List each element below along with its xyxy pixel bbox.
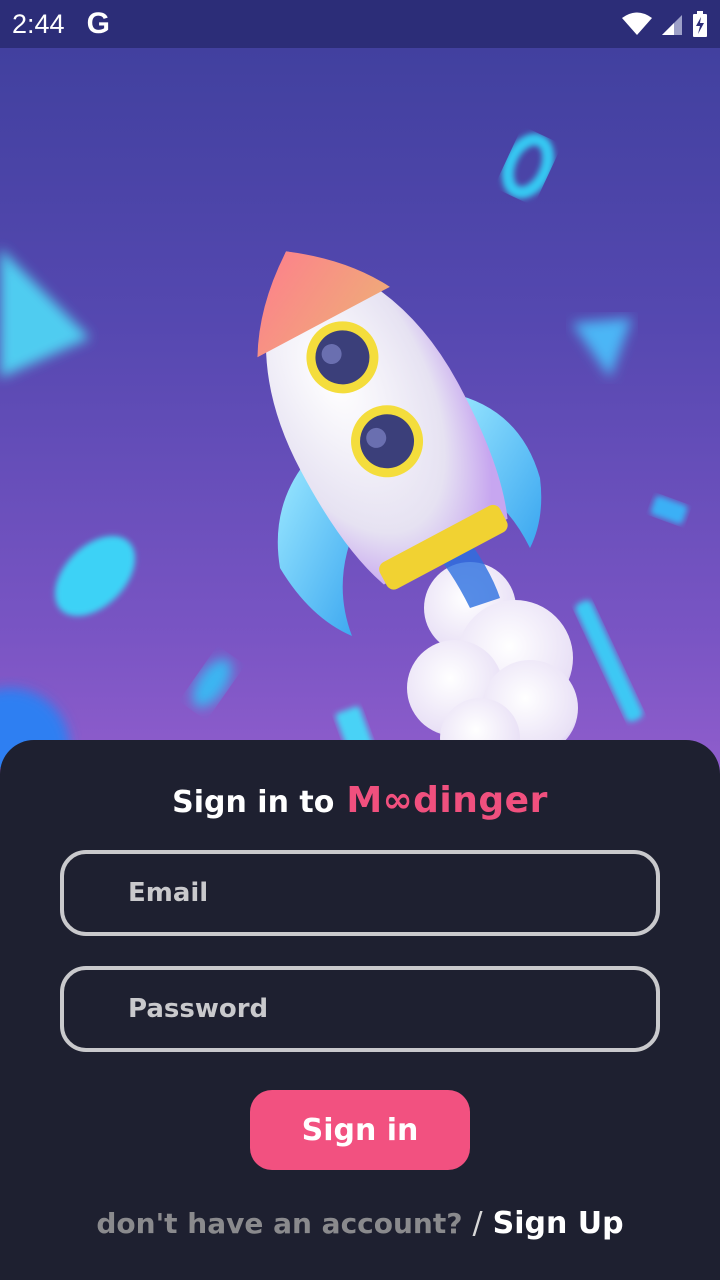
login-title: Sign in to M∞dinger — [0, 780, 720, 821]
password-field-container[interactable] — [60, 966, 660, 1052]
signup-prompt: don't have an account? / Sign Up — [0, 1206, 720, 1241]
brand-logo: M∞dinger — [346, 780, 548, 821]
google-icon: G — [86, 7, 110, 40]
sign-up-link[interactable]: Sign Up — [493, 1206, 624, 1241]
title-prefix: Sign in to — [172, 785, 335, 820]
email-field-container[interactable] — [60, 850, 660, 936]
footer-separator: / — [472, 1206, 483, 1241]
login-sheet: Sign in to M∞dinger Sign in don't have a… — [0, 740, 720, 1280]
rocket-illustration — [0, 133, 688, 768]
password-field[interactable] — [128, 994, 656, 1024]
status-icons — [622, 11, 708, 37]
signal-icon — [662, 15, 682, 35]
email-field[interactable] — [128, 878, 656, 908]
status-bar: 2:44 G — [0, 0, 720, 48]
status-time: 2:44 — [12, 8, 65, 39]
login-screen: 2:44 G Sign in to M∞dinger Email Sign in… — [0, 0, 720, 1280]
signup-question: don't have an account? — [96, 1207, 463, 1240]
sign-in-button[interactable]: Sign in — [250, 1090, 470, 1170]
wifi-icon — [622, 12, 652, 35]
battery-charging-icon — [693, 11, 707, 37]
